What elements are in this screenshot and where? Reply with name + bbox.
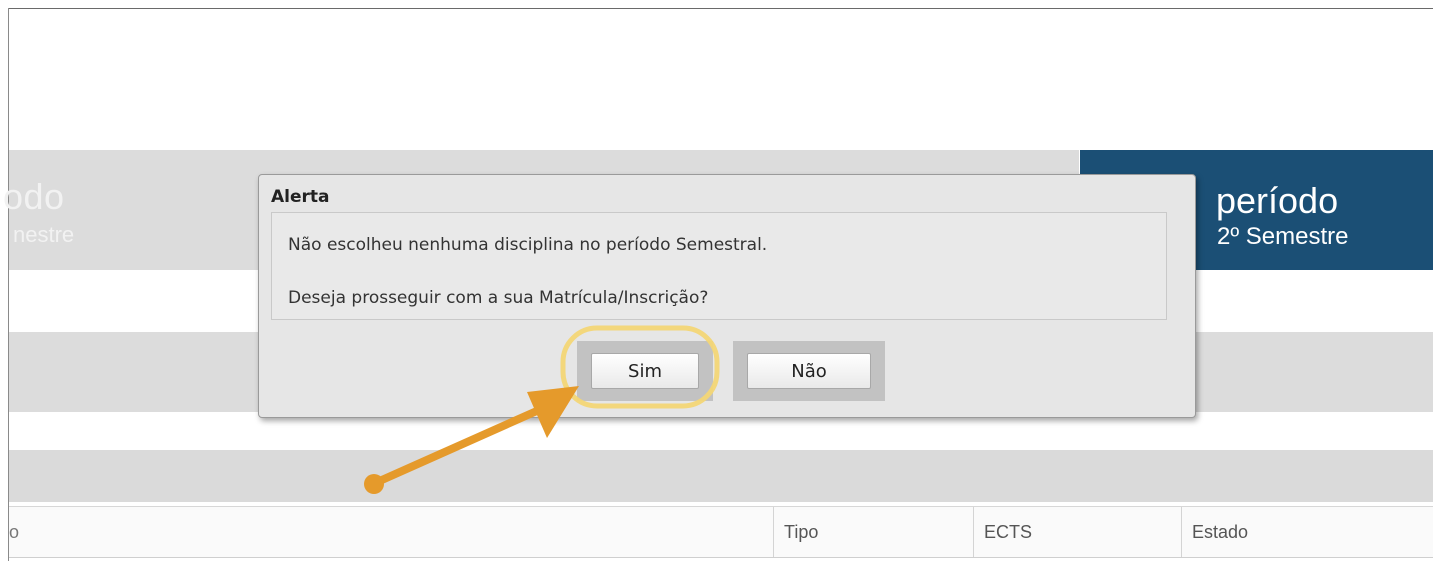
highlight-ring xyxy=(560,325,720,409)
arrow-pointer-icon xyxy=(364,386,579,494)
annotation-overlay xyxy=(364,325,720,494)
screenshot-stage: odo nestre S2 período 2º Semestre o Tipo… xyxy=(0,0,1433,561)
